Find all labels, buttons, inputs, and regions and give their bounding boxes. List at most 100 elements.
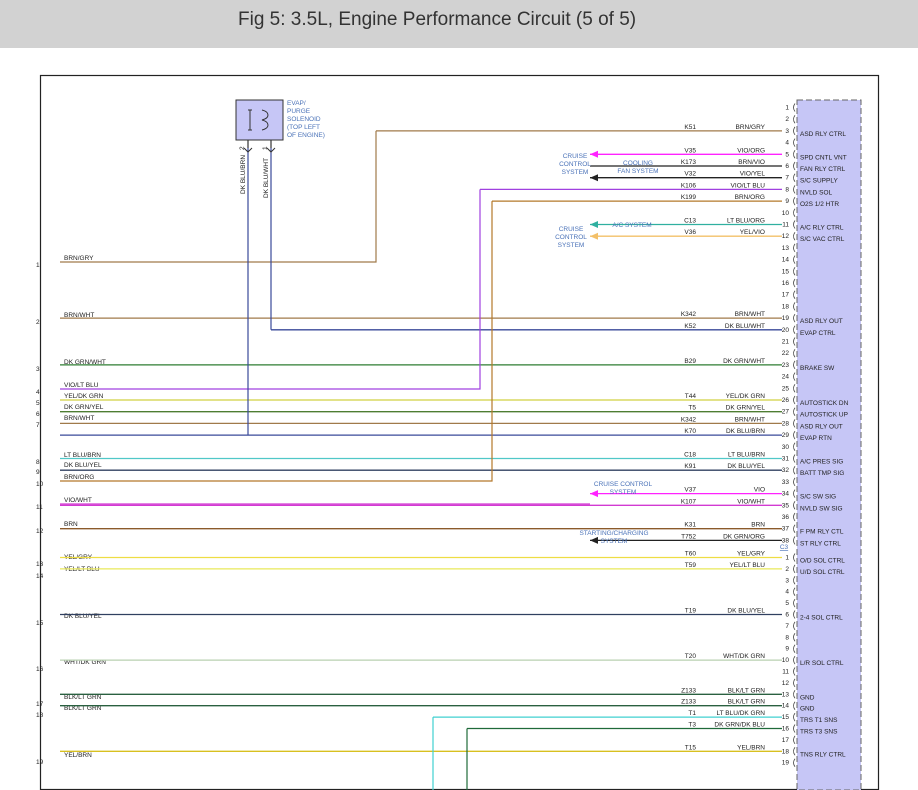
circuit-id-label: T19	[685, 608, 697, 615]
wire-brn-gry	[60, 130, 377, 263]
pcm-pin-function-label: GND	[800, 694, 815, 701]
c3-pin-number: 35	[782, 502, 790, 509]
pin-socket-icon	[793, 302, 796, 311]
c3-pin-number: 3	[785, 128, 789, 135]
c3-pin-number: 19	[782, 315, 790, 322]
c3-pin-number: 28	[782, 420, 790, 427]
lower-connector-pin-number: 3	[785, 577, 789, 584]
pin-socket-icon	[793, 598, 796, 608]
circuit-id-label: T3	[688, 722, 696, 729]
circuit-id-label: K199	[681, 194, 697, 201]
wire-color-label: YEL/GRY	[737, 551, 766, 558]
left-wire-number: 10	[36, 481, 44, 488]
lower-connector-pin-number: 10	[782, 657, 790, 664]
c3-pin-number: 16	[782, 280, 790, 287]
pin-socket-icon	[793, 103, 796, 112]
pin-socket-icon	[793, 231, 796, 241]
system-reference-note: SYSTEM	[610, 489, 637, 496]
lower-connector-pin-number: 12	[782, 680, 790, 687]
pin-socket-icon	[793, 267, 796, 276]
wire-color-label: DK GRN/ORG	[723, 533, 765, 540]
pcm-pin-function-label: O2S 1/2 HTR	[800, 201, 839, 208]
circuit-id-label: V35	[684, 147, 696, 154]
pin-socket-icon	[793, 337, 796, 346]
lower-connector-pin-number: 15	[782, 714, 790, 721]
left-wire-number: 17	[36, 701, 44, 708]
wire-color-label: VIO/YEL	[740, 171, 766, 178]
pin-socket-icon	[793, 678, 796, 688]
circuit-id-label: V32	[684, 171, 696, 178]
component-label-line: PURGE	[287, 108, 311, 115]
wire-color-label: BRN	[751, 522, 765, 529]
pcm-pin-function-label: SPD CNTL VNT	[800, 154, 847, 161]
c3-pin-number: 12	[782, 233, 790, 240]
c3-pin-number: 11	[782, 222, 789, 229]
pin-socket-icon	[793, 747, 796, 756]
pin-socket-icon	[793, 395, 796, 405]
c3-pin-number: 29	[782, 432, 790, 439]
c3-pin-number: 1	[785, 105, 789, 112]
pin-socket-icon	[793, 430, 796, 440]
pin-socket-icon	[793, 621, 796, 631]
system-reference-note: COOLING	[623, 160, 653, 167]
pcm-pin-function-label: ASD RLY OUT	[800, 318, 843, 325]
c3-pin-number: 6	[785, 163, 789, 170]
c3-pin-number: 20	[782, 327, 790, 334]
c3-pin-number: 33	[782, 479, 790, 486]
circuit-id-label: K52	[684, 323, 696, 330]
pin-socket-icon	[793, 489, 796, 498]
left-wire-color-label: YEL/DK GRN	[64, 393, 104, 400]
wire-arrow-icon	[590, 490, 598, 498]
wire-color-label: YEL/LT BLU	[729, 562, 765, 569]
wire-color-label: DK BLU/BRN	[726, 428, 765, 435]
pcm-pin-function-label: ASD RLY OUT	[800, 423, 843, 430]
lower-connector-pin-number: 5	[785, 600, 789, 607]
c3-pin-number: 2	[785, 116, 789, 123]
c3-pin-number: 23	[782, 362, 790, 369]
component-pin-number: 1	[262, 146, 269, 150]
pin-socket-icon	[793, 690, 796, 699]
pin-socket-icon	[793, 610, 796, 619]
pcm-pin-function-label: AUTOSTICK DN	[800, 400, 849, 407]
lower-connector-pin-number: 14	[782, 703, 790, 710]
component-label-line: (TOP LEFT	[287, 124, 320, 131]
pcm-pin-function-label: ASD RLY CTRL	[800, 131, 846, 138]
wire-color-label: VIO/ORG	[737, 147, 765, 154]
c3-pin-number: 9	[785, 198, 789, 205]
lower-connector-pin-number: 6	[785, 612, 789, 619]
pcm-pin-function-label: TRS T1 SNS	[800, 717, 838, 724]
c3-pin-number: 15	[782, 268, 790, 275]
left-wire-color-label: BRN/ORG	[64, 474, 94, 481]
circuit-id-label: T44	[685, 393, 697, 400]
wire-arrow-icon	[590, 536, 598, 544]
lower-connector-pin-number: 13	[782, 691, 790, 698]
system-reference-note: CRUISE CONTROL	[594, 481, 653, 488]
pin-socket-icon	[793, 325, 796, 335]
left-wire-number: 3	[36, 366, 40, 373]
circuit-id-label: T1	[688, 710, 696, 717]
pin-socket-icon	[793, 220, 796, 229]
pin-socket-icon	[793, 114, 796, 124]
wire-color-label: BRN/ORG	[735, 194, 765, 201]
pcm-pin-function-label: AUTOSTICK UP	[800, 412, 848, 419]
left-wire-number: 18	[36, 712, 44, 719]
left-wire-number: 19	[36, 759, 44, 766]
pin-socket-icon	[793, 138, 796, 147]
lower-connector-pin-number: 17	[782, 737, 790, 744]
circuit-id-label: T5	[688, 405, 696, 412]
pcm-pin-function-label: BRAKE SW	[800, 365, 835, 372]
circuit-id-label: K51	[684, 124, 696, 131]
system-reference-note: STARTING/CHARGING	[579, 530, 648, 537]
left-wire-number: 14	[36, 573, 44, 580]
c3-pin-number: 7	[785, 175, 789, 182]
wire-color-label: DK GRN/YEL	[726, 405, 766, 412]
pin-socket-icon	[793, 360, 796, 370]
circuit-id-label: C18	[684, 452, 696, 459]
left-wire-number: 9	[36, 469, 40, 476]
pin-socket-icon	[793, 564, 796, 574]
circuit-id-label: T752	[681, 533, 696, 540]
left-wire-color-label: BRN/WHT	[64, 415, 94, 422]
c3-pin-number: 32	[782, 467, 790, 474]
pin-socket-icon	[793, 185, 796, 194]
circuit-id-label: K342	[681, 311, 697, 318]
